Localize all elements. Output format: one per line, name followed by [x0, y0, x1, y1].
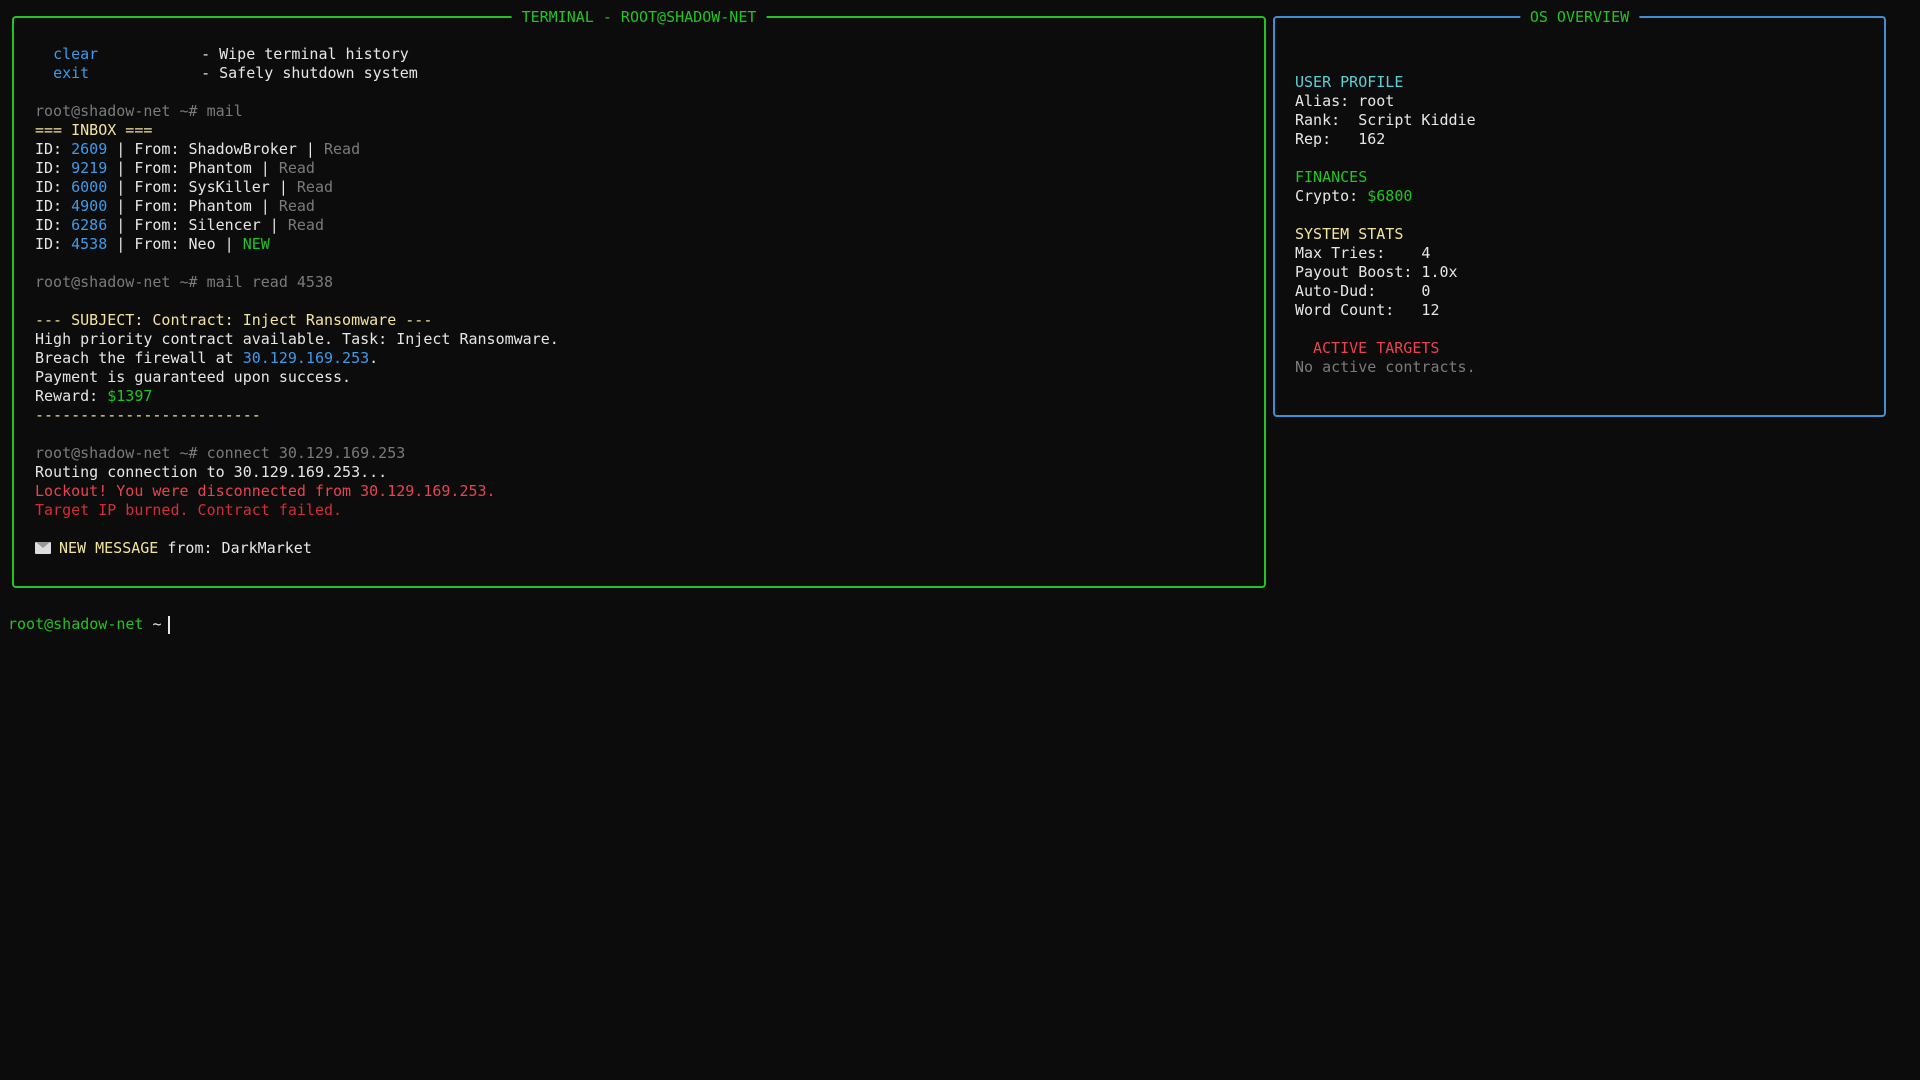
rep: Rep: 162 — [1295, 130, 1874, 149]
finances-header: FINANCES — [1295, 168, 1874, 187]
new-message-sender: from: DarkMarket — [158, 539, 312, 557]
separator: | — [216, 235, 243, 253]
inbox-row[interactable]: ID: 6286 | From: Silencer | Read — [35, 216, 1254, 235]
mail-reward: Reward: $1397 — [35, 387, 1254, 406]
stat-auto-dud: Auto-Dud: 0 — [1295, 282, 1874, 301]
terminal-panel: TERMINAL - ROOT@SHADOW-NET clear- Wipe t… — [12, 16, 1266, 588]
help-line: exit- Safely shutdown system — [35, 64, 1254, 83]
command-echo: root@shadow-net ~# mail read 4538 — [35, 273, 1254, 292]
sender: Phantom — [189, 197, 252, 215]
inbox-row[interactable]: ID: 4900 | From: Phantom | Read — [35, 197, 1254, 216]
active-targets-header: ACTIVE TARGETS — [1295, 339, 1874, 358]
reward-amount: $1397 — [107, 387, 152, 405]
separator: | — [252, 159, 279, 177]
rank: Rank: Script Kiddie — [1295, 111, 1874, 130]
id-label: ID: — [35, 216, 71, 234]
id-label: ID: — [35, 178, 71, 196]
inbox-row[interactable]: ID: 6000 | From: SysKiller | Read — [35, 178, 1254, 197]
sender: Silencer — [189, 216, 261, 234]
help-desc: - Wipe terminal history — [201, 45, 409, 63]
terminal-title: TERMINAL - ROOT@SHADOW-NET — [512, 7, 767, 27]
id-label: ID: — [35, 159, 71, 177]
mail-body: High priority contract available. Task: … — [35, 330, 1254, 349]
crypto: Crypto: $6800 — [1295, 187, 1874, 206]
message-id: 9219 — [71, 159, 107, 177]
from-label: | From: — [107, 159, 188, 177]
from-label: | From: — [107, 140, 188, 158]
message-status: Read — [279, 197, 315, 215]
envelope-icon — [35, 542, 51, 554]
message-status: Read — [279, 159, 315, 177]
terminal-output: clear- Wipe terminal history exit- Safel… — [35, 45, 1254, 558]
message-id: 2609 — [71, 140, 107, 158]
system-stats-header: SYSTEM STATS — [1295, 225, 1874, 244]
command-prompt[interactable]: root@shadow-net ~ — [8, 615, 170, 634]
user-profile-header: USER PROFILE — [1295, 73, 1874, 92]
stat-max-tries: Max Tries: 4 — [1295, 244, 1874, 263]
mail-body: Breach the firewall at 30.129.169.253. — [35, 349, 1254, 368]
divider: ------------------------- — [35, 406, 1254, 425]
message-status: Read — [324, 140, 360, 158]
os-overview-panel: OS OVERVIEW USER PROFILE Alias: root Ran… — [1273, 16, 1886, 417]
target-ip: 30.129.169.253 — [243, 349, 369, 367]
message-id: 4900 — [71, 197, 107, 215]
inbox-row[interactable]: ID: 4538 | From: Neo | NEW — [35, 235, 1254, 254]
id-label: ID: — [35, 140, 71, 158]
message-id: 4538 — [71, 235, 107, 253]
inbox-row[interactable]: ID: 2609 | From: ShadowBroker | Read — [35, 140, 1254, 159]
message-status: NEW — [243, 235, 270, 253]
message-status: Read — [297, 178, 333, 196]
sender: Neo — [189, 235, 216, 253]
message-status: Read — [288, 216, 324, 234]
crypto-balance: $6800 — [1367, 187, 1412, 205]
prompt-path: ~ — [143, 615, 161, 633]
message-id: 6286 — [71, 216, 107, 234]
stat-word-count: Word Count: 12 — [1295, 301, 1874, 320]
id-label: ID: — [35, 197, 71, 215]
command-echo: root@shadow-net ~# mail — [35, 102, 1254, 121]
message-id: 6000 — [71, 178, 107, 196]
separator: | — [270, 178, 297, 196]
sender: SysKiller — [189, 178, 270, 196]
routing-message: Routing connection to 30.129.169.253... — [35, 463, 1254, 482]
sender: ShadowBroker — [189, 140, 297, 158]
new-message-label: NEW MESSAGE — [59, 539, 158, 557]
help-line: clear- Wipe terminal history — [35, 45, 1254, 64]
text-cursor[interactable] — [168, 616, 170, 634]
help-cmd: exit — [53, 64, 201, 83]
command-echo: root@shadow-net ~# connect 30.129.169.25… — [35, 444, 1254, 463]
stat-payout-boost: Payout Boost: 1.0x — [1295, 263, 1874, 282]
from-label: | From: — [107, 216, 188, 234]
prompt-user: root@shadow-net — [8, 615, 143, 633]
new-message-notice: NEW MESSAGE from: DarkMarket — [35, 539, 1254, 558]
help-desc: - Safely shutdown system — [201, 64, 418, 82]
alias: Alias: root — [1295, 92, 1874, 111]
from-label: | From: — [107, 178, 188, 196]
separator: | — [261, 216, 288, 234]
id-label: ID: — [35, 235, 71, 253]
mail-subject: --- SUBJECT: Contract: Inject Ransomware… — [35, 311, 1254, 330]
mail-body: Payment is guaranteed upon success. — [35, 368, 1254, 387]
os-overview-title: OS OVERVIEW — [1520, 7, 1639, 27]
no-targets-message: No active contracts. — [1295, 358, 1874, 377]
separator: | — [252, 197, 279, 215]
inbox-header: === INBOX === — [35, 121, 1254, 140]
from-label: | From: — [107, 197, 188, 215]
separator: | — [297, 140, 324, 158]
help-cmd: clear — [53, 45, 201, 64]
sender: Phantom — [189, 159, 252, 177]
inbox-row[interactable]: ID: 9219 | From: Phantom | Read — [35, 159, 1254, 178]
lockout-message: Lockout! You were disconnected from 30.1… — [35, 482, 1254, 501]
failure-message: Target IP burned. Contract failed. — [35, 501, 1254, 520]
from-label: | From: — [107, 235, 188, 253]
